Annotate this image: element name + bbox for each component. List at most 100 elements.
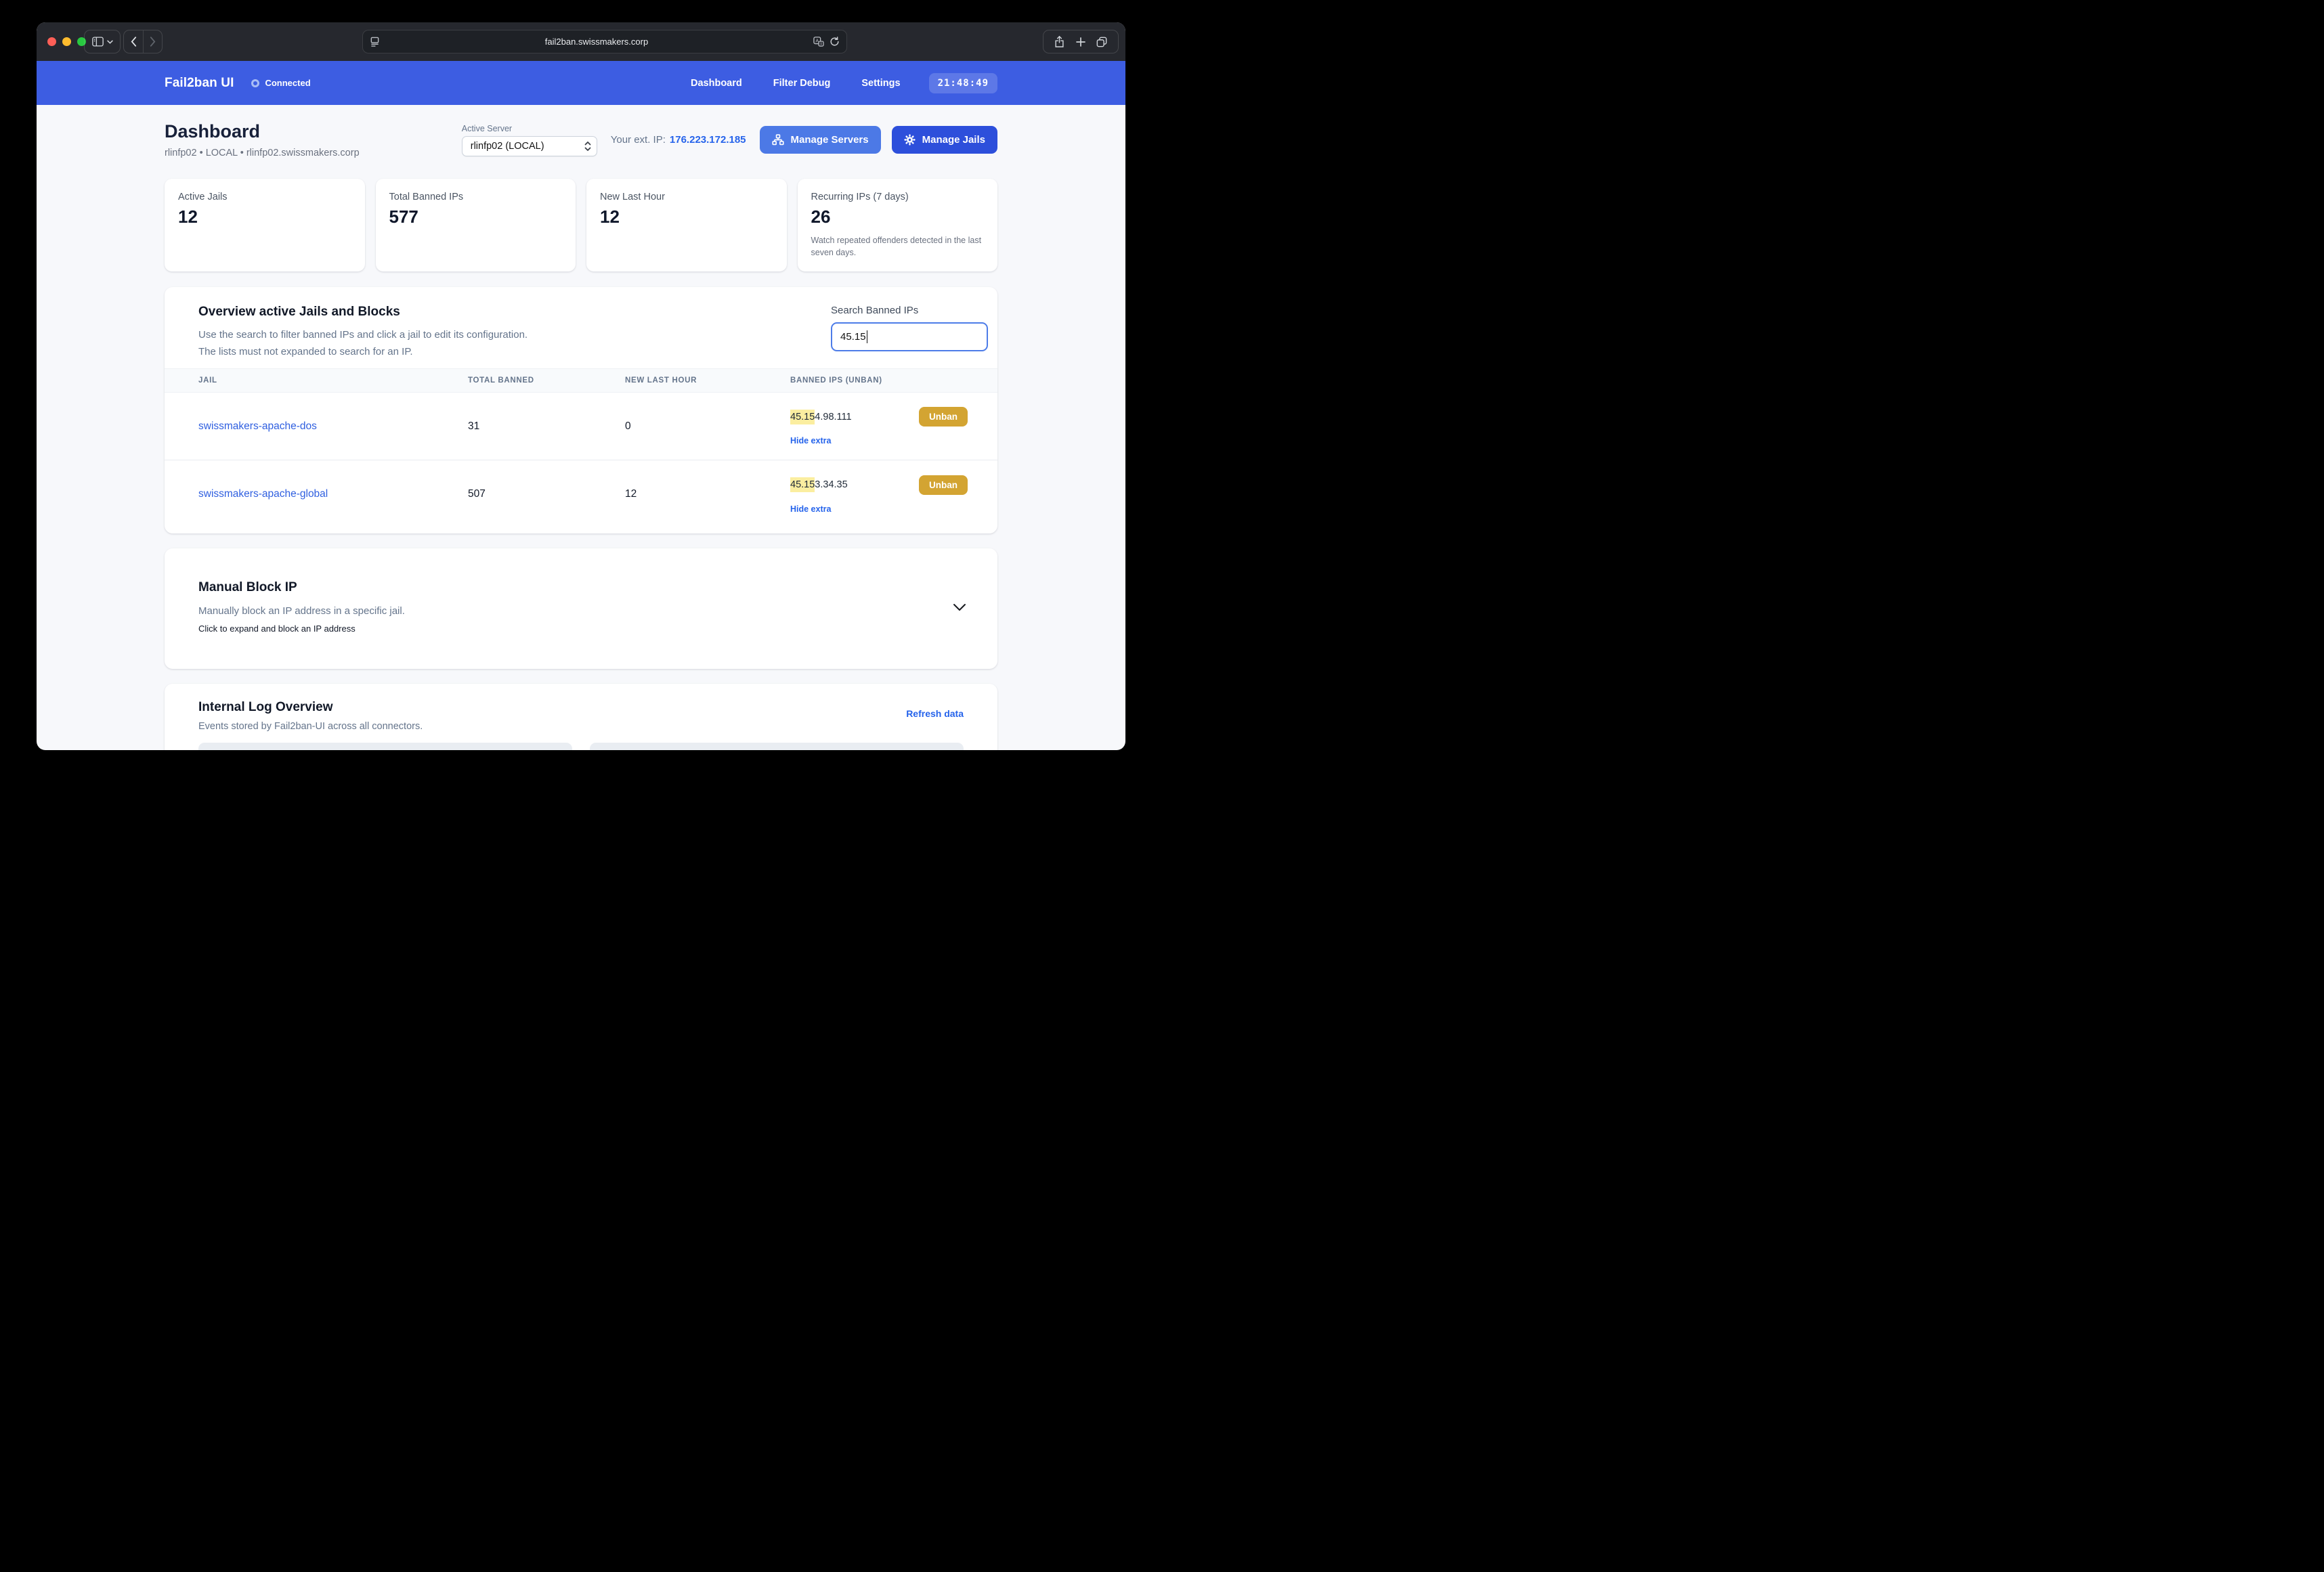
column-header-banned-ips: Banned IPs (Unban) [790,376,882,385]
jail-link[interactable]: swissmakers-apache-dos [198,420,468,433]
table-row: swissmakers-apache-dos 31 0 45.154.98.11… [165,393,997,461]
active-server-select[interactable]: rlinfp02 (LOCAL) [461,135,597,156]
manage-servers-button[interactable]: Manage Servers [759,126,881,154]
stat-card-active-jails: Active Jails 12 [165,179,365,272]
chevron-down-icon [953,603,966,615]
nav-item-dashboard[interactable]: Dashboard [691,78,742,89]
nav-item-settings[interactable]: Settings [861,78,900,89]
external-ip: Your ext. IP: 176.223.172.185 [611,134,746,146]
overview-title: Overview active Jails and Blocks [198,305,400,320]
manual-block-hint: Click to expand and block an IP address [198,624,356,634]
sitemap-icon [771,134,784,146]
browser-window: fail2ban.swissmakers.corp A x̂ Fail2ban … [37,22,1125,750]
toolbar-right-group [1043,30,1119,53]
new-last-hour-value: 12 [625,488,637,500]
share-icon[interactable] [1054,36,1064,47]
table-row: swissmakers-apache-global 507 12 45.153.… [165,460,997,528]
tab-overview-icon[interactable] [1096,37,1107,47]
clock-badge: 21:48:49 [928,72,997,93]
banned-ip: 45.154.98.111 [790,409,852,424]
manual-block-title: Manual Block IP [198,580,297,595]
overview-section: Overview active Jails and Blocks Use the… [165,287,997,534]
reload-icon[interactable] [830,37,840,47]
manage-jails-button[interactable]: Manage Jails [891,126,997,154]
stat-value: 26 [811,206,831,227]
history-nav [123,30,163,53]
stat-card-recurring-ips: Recurring IPs (7 days) 26 Watch repeated… [797,179,997,272]
unban-button[interactable]: Unban [919,407,968,427]
connection-status: Connected [251,78,311,88]
column-header-total-banned: Total banned [468,376,534,385]
new-tab-icon[interactable] [1075,37,1085,47]
log-overview-description: Events stored by Fail2ban-UI across all … [198,721,423,733]
external-ip-value: 176.223.172.185 [669,134,746,146]
jail-link[interactable]: swissmakers-apache-global [198,488,468,500]
address-bar[interactable]: fail2ban.swissmakers.corp A x̂ [362,30,847,53]
manage-jails-label: Manage Jails [922,134,985,146]
manual-block-description: Manually block an IP address in a specif… [198,605,405,617]
select-stepper-icon [584,141,591,152]
app-header: Fail2ban UI Connected Dashboard Filter D… [37,61,1125,105]
minimize-button[interactable] [62,37,71,46]
stat-label: Total Banned IPs [389,192,464,202]
svg-text:x̂: x̂ [820,43,822,47]
forward-button[interactable] [143,30,162,53]
translate-icon[interactable]: A x̂ [813,37,824,47]
hide-extra-link[interactable]: Hide extra [790,436,968,445]
address-text: fail2ban.swissmakers.corp [544,37,649,47]
log-panel-placeholder [198,743,572,750]
sidebar-toggle-button[interactable] [84,30,121,53]
page-title: Dashboard [165,121,261,141]
search-banned-ips-label: Search Banned IPs [831,305,919,317]
new-last-hour-value: 0 [625,420,631,432]
refresh-data-link[interactable]: Refresh data [906,708,964,719]
page-subtitle: rlinfp02 • LOCAL • rlinfp02.swissmakers.… [165,148,360,158]
external-ip-label: Your ext. IP: [610,134,666,146]
stat-value: 577 [389,206,418,227]
page-settings-icon[interactable] [370,37,380,47]
gear-icon [904,134,916,146]
manual-block-section[interactable]: Manual Block IP Manually block an IP add… [165,548,997,670]
stat-card-total-banned: Total Banned IPs 577 [375,179,576,272]
ip-search-highlight: 45.15 [790,409,815,424]
total-banned-value: 507 [468,488,486,500]
search-banned-ips-input[interactable]: 45.15 [831,322,988,352]
close-button[interactable] [47,37,56,46]
window-controls [47,37,86,46]
jails-table: Jail Total banned New last hour Banned I… [165,368,997,528]
manage-servers-label: Manage Servers [790,134,869,146]
log-overview-title: Internal Log Overview [198,700,333,715]
jails-table-header: Jail Total banned New last hour Banned I… [165,368,997,393]
log-overview-section: Internal Log Overview Events stored by F… [165,684,997,750]
sidebar-icon [91,37,104,47]
overview-description-1: Use the search to filter banned IPs and … [198,329,528,341]
stat-value: 12 [600,206,620,227]
app-nav: Dashboard Filter Debug Settings [691,78,901,89]
active-server-label: Active Server [461,123,513,133]
column-header-new-last-hour: New last hour [625,376,697,385]
page-header: Dashboard rlinfp02 • LOCAL • rlinfp02.sw… [165,121,997,158]
active-server-value: rlinfp02 (LOCAL) [470,140,544,152]
connection-status-label: Connected [265,78,311,88]
back-button[interactable] [124,30,143,53]
stat-cards: Active Jails 12 Total Banned IPs 577 New… [165,179,997,272]
hide-extra-link[interactable]: Hide extra [790,504,968,514]
stat-label: New Last Hour [600,192,665,202]
stat-label: Active Jails [178,192,228,202]
app-brand: Fail2ban UI [165,75,234,90]
stat-label: Recurring IPs (7 days) [811,192,909,202]
total-banned-value: 31 [468,420,480,432]
search-input-value: 45.15 [840,331,866,343]
nav-item-filter-debug[interactable]: Filter Debug [773,78,831,89]
stat-value: 12 [178,206,198,227]
ip-search-highlight: 45.15 [790,477,815,493]
overview-description-2: The lists must not expanded to search fo… [198,346,413,358]
ip-rest: 3.34.35 [815,479,848,491]
log-panel-placeholder [590,743,964,750]
text-caret [866,330,868,344]
banned-ip: 45.153.34.35 [790,477,848,493]
main-content: Dashboard rlinfp02 • LOCAL • rlinfp02.sw… [37,105,1125,750]
unban-button[interactable]: Unban [919,475,968,495]
column-header-jail: Jail [198,376,217,385]
banned-ip-cell: 45.154.98.111 Unban Hide extra [790,407,968,445]
